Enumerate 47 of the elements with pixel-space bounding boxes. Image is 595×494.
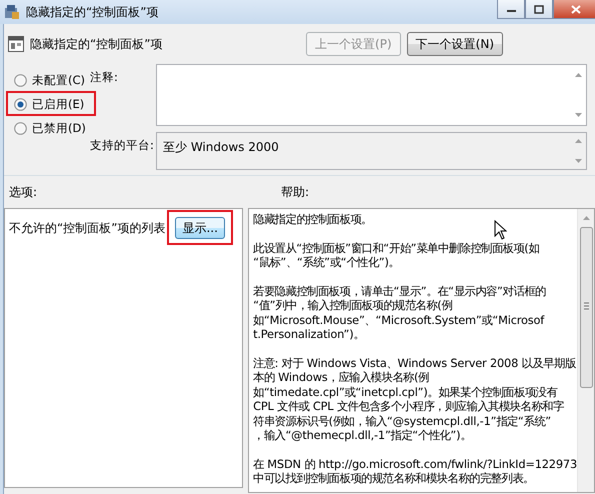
help-text-line: “鼠标”、“系统”或“个性化”)。 — [253, 255, 401, 270]
help-text-line: 本的 Windows，应输入模块名称(例 — [253, 370, 430, 385]
help-text-line: CPL 文件或 CPL 文件包含多个小程序，则应输入其模块名称和字 — [253, 399, 565, 414]
maximize-icon — [534, 4, 544, 14]
help-text-line: 中可以找到控制面板项的规范名称和模块名称的完整列表。 — [253, 471, 535, 486]
help-text-line: 在 MSDN 的 http://go.microsoft.com/fwlink/?LinkId=122973 — [253, 456, 577, 472]
options-label: 选项: — [9, 184, 38, 200]
help-text-line: t.Personalization”)。 — [253, 327, 366, 342]
help-text-line: 隐藏指定的控制面板项。 — [253, 212, 373, 226]
comment-label: 注释: — [90, 69, 119, 86]
help-text-line: 如“timedate.cpl”或“inetcpl.cpl”)。如果某个控制面板项没有 — [253, 384, 558, 400]
setting-title: 隐藏指定的“控制面板”项 — [30, 36, 162, 52]
policy-icon — [8, 36, 24, 52]
scroll-up-icon[interactable] — [575, 72, 582, 78]
radio-button[interactable] — [14, 122, 27, 134]
help-label: 帮助: — [281, 184, 310, 200]
comment-field[interactable] — [156, 64, 587, 126]
help-text-line: 如“Microsoft.Mouse”、“Microsoft.System”或“Microsof — [253, 312, 546, 328]
help-text-line: 注意: 对于 Windows Vista、Windows Server 2008 以及早期版 — [253, 356, 577, 370]
platform-field: 至少 Windows 2000 — [156, 132, 587, 170]
scroll-down-icon[interactable] — [575, 158, 582, 164]
help-text-line: 若要隐藏控制面板项，请单击“显示”。在“显示内容”对话框的 — [253, 284, 547, 298]
radio-button[interactable] — [14, 98, 27, 110]
next-setting-button[interactable]: 下一个设置(N) — [406, 32, 503, 56]
app-icon — [4, 4, 20, 20]
close-button[interactable] — [553, 0, 595, 19]
scroll-thumb[interactable] — [580, 227, 592, 388]
help-text-line: “值”列中，输入控制面板项的规范名称(例 — [253, 298, 454, 313]
help-text-line: 符串资源标识号(例如，输入“@systemcpl.dll,-1”指定“系统” — [253, 414, 552, 428]
radio-label: 未配置(C) — [32, 72, 86, 88]
help-text-line: 此设置从“控制面板”窗口和“开始”菜单中删除控制面板项(如 — [253, 240, 540, 256]
radio-button[interactable] — [14, 74, 27, 86]
radio-label: 已启用(E) — [32, 96, 84, 112]
show-button[interactable]: 显示... — [175, 217, 225, 239]
window-title: 隐藏指定的“控制面板”项 — [26, 4, 158, 20]
maximize-button[interactable] — [525, 0, 553, 19]
option-label: 不允许的“控制面板”项的列表 — [9, 220, 166, 236]
close-icon — [571, 4, 581, 14]
radio-label: 已禁用(D) — [32, 120, 86, 136]
minimize-button[interactable] — [497, 0, 525, 19]
scroll-down-icon[interactable] — [575, 112, 582, 118]
mouse-pointer-icon — [494, 220, 507, 240]
scrollbar[interactable] — [577, 209, 594, 492]
platform-label: 支持的平台: — [90, 137, 155, 154]
scroll-up-icon[interactable] — [575, 138, 582, 144]
scroll-up-icon[interactable] — [582, 215, 590, 221]
help-text-line: ，输入“@themecpl.dll,-1”指定“个性化”)。 — [253, 428, 472, 442]
